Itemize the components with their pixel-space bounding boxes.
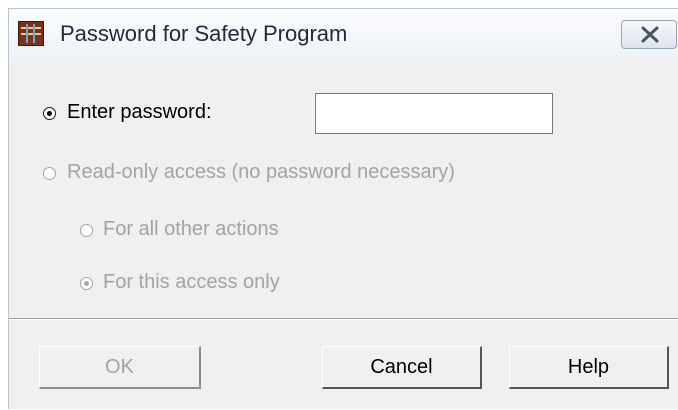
this-access-label[interactable]: For this access only [103,271,280,294]
password-dialog: Password for Safety Program Enter passwo… [8,8,678,409]
enter-password-radio[interactable] [43,107,56,120]
dialog-content: Enter password: Read-only access (no pas… [9,61,678,410]
ok-button[interactable]: OK [39,346,201,389]
all-actions-label[interactable]: For all other actions [103,218,279,241]
this-access-radio[interactable] [80,277,93,290]
password-input[interactable] [315,93,553,134]
separator [9,318,678,320]
radio-selected-dot [47,111,52,116]
radio-selected-dot [84,281,89,286]
read-only-radio[interactable] [43,167,56,180]
read-only-label[interactable]: Read-only access (no password necessary) [67,161,455,184]
close-button[interactable] [621,20,677,49]
enter-password-label[interactable]: Enter password: [67,101,212,124]
app-icon [18,21,44,46]
window-title: Password for Safety Program [60,21,348,46]
title-bar[interactable]: Password for Safety Program [9,9,678,61]
cancel-button[interactable]: Cancel [322,346,482,389]
close-icon [641,26,659,43]
help-button[interactable]: Help [509,346,669,389]
all-actions-radio[interactable] [80,224,93,237]
